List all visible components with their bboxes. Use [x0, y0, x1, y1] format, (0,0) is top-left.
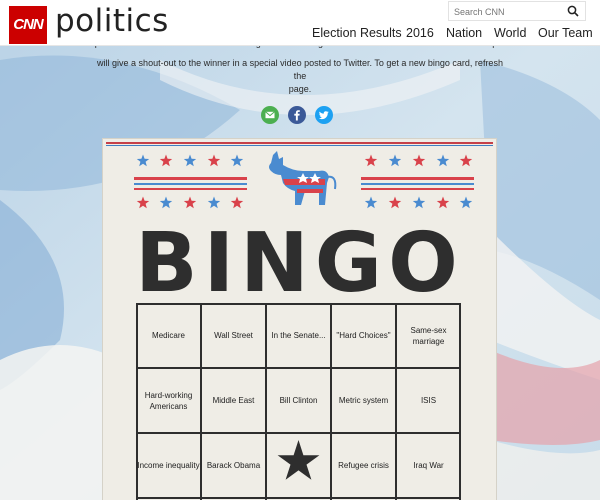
stripes-right [361, 177, 474, 190]
stripes-left [134, 177, 247, 190]
search-icon[interactable] [567, 5, 579, 17]
nav-election-results[interactable]: Election Results [312, 26, 402, 40]
star-icon [183, 196, 197, 209]
facebook-share-button[interactable] [288, 106, 306, 124]
bingo-cell[interactable]: Medicare [137, 304, 200, 367]
nav-2016[interactable]: 2016 [406, 26, 434, 40]
star-icon [459, 154, 473, 167]
bingo-title-text: BINGO [135, 216, 464, 300]
bingo-cell[interactable]: Hard-working Americans [137, 369, 200, 432]
nav-our-team[interactable]: Our Team [538, 26, 593, 40]
star-icon [412, 154, 426, 167]
search-box[interactable] [448, 1, 586, 21]
bingo-title: BINGO [135, 216, 464, 300]
bingo-cell[interactable]: Income inequality [137, 434, 200, 497]
bingo-cell[interactable]: Refugee crisis [332, 434, 395, 497]
site-header: CNN politics Election Results 2016 Natio… [0, 0, 600, 46]
star-icon [364, 154, 378, 167]
bingo-cell[interactable]: In the Senate... [267, 304, 330, 367]
bingo-cell[interactable]: Metric system [332, 369, 395, 432]
nav-nation[interactable]: Nation [446, 26, 482, 40]
bingo-cell[interactable]: Barack Obama [202, 434, 265, 497]
star-icon [436, 196, 450, 209]
star-icon [412, 196, 426, 209]
twitter-share-button[interactable] [315, 106, 333, 124]
star-icon [207, 196, 221, 209]
facebook-icon [288, 106, 306, 124]
bingo-cell[interactable]: Wall Street [202, 304, 265, 367]
star-icon [388, 154, 402, 167]
bingo-cell[interactable]: "Hard Choices" [332, 304, 395, 367]
email-share-button[interactable] [261, 106, 279, 124]
bingo-cell[interactable]: Bill Clinton [267, 369, 330, 432]
star-icon [230, 154, 244, 167]
democratic-donkey-icon [269, 151, 337, 205]
bingo-cell[interactable]: Middle East [202, 369, 265, 432]
twitter-icon [315, 106, 333, 124]
bingo-cell[interactable]: Iraq War [397, 434, 460, 497]
star-icon [459, 196, 473, 209]
intro-line-3: page. [288, 84, 312, 94]
nav-world[interactable]: World [494, 26, 526, 40]
bingo-cell[interactable]: Same-sex marriage [397, 304, 460, 367]
main-nav: Election Results 2016 Nation World Our T… [0, 26, 600, 42]
bingo-cell[interactable]: ISIS [397, 369, 460, 432]
star-icon [207, 154, 221, 167]
star-icon [230, 196, 244, 209]
bingo-cell-free[interactable] [267, 434, 330, 497]
intro-line-2: will give a shout-out to the winner in a… [97, 58, 503, 81]
search-input[interactable] [449, 3, 559, 21]
star-icon [159, 154, 173, 167]
star-icon [183, 154, 197, 167]
star-icon [364, 196, 378, 209]
star-icon [436, 154, 450, 167]
star-icon [159, 196, 173, 209]
star-icon [136, 154, 150, 167]
star-icon [388, 196, 402, 209]
star-icon [136, 196, 150, 209]
email-icon [261, 106, 279, 124]
